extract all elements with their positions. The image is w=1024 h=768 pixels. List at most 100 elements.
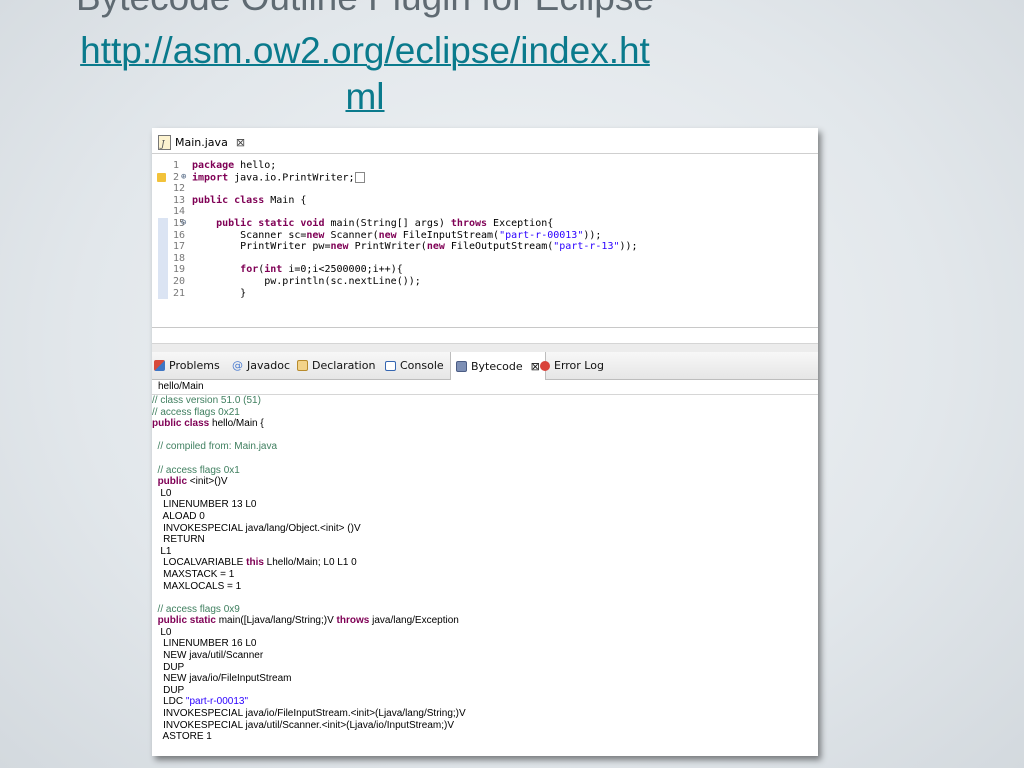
view-tab-javadoc[interactable]: @ Javadoc <box>232 352 290 379</box>
bytecode-token: INVOKESPECIAL java/lang/Object.<init> ()… <box>152 522 361 534</box>
plugin-link-line-2[interactable]: ml <box>0 74 730 120</box>
bytecode-token: Lhello/Main; L0 L1 0 <box>263 557 357 569</box>
current-scope-bar <box>158 252 168 265</box>
bytecode-line: NEW java/io/FileInputStream <box>152 673 818 685</box>
keyword-token: import <box>192 172 229 184</box>
bytecode-token: LINENUMBER 13 L0 <box>152 499 257 511</box>
bytecode-line: LOCALVARIABLE this Lhello/Main; L0 L1 0 <box>152 557 818 569</box>
editor-tab-main-java[interactable]: Main.java ⊠ <box>154 132 253 155</box>
bytecode-token: LOCALVARIABLE <box>152 557 247 569</box>
code-line[interactable]: 15 ⊖ public static void main(String[] arg… <box>152 217 818 230</box>
bytecode-line: LINENUMBER 13 L0 <box>152 499 818 511</box>
view-tab-console[interactable]: Console <box>385 352 444 379</box>
bytecode-token: L0 <box>152 487 172 499</box>
keyword-token: public <box>157 476 188 488</box>
bytecode-token: ASTORE 1 <box>152 731 212 743</box>
bytecode-listing[interactable]: // class version 51.0 (51)// access flag… <box>152 395 818 743</box>
comment-token: // access flags 0x1 <box>152 464 240 476</box>
bytecode-line: MAXSTACK = 1 <box>152 569 818 581</box>
view-tab-label: Declaration <box>312 359 376 372</box>
keyword-token: package <box>192 160 235 171</box>
view-tab-bytecode[interactable]: Bytecode ⊠ <box>450 352 546 380</box>
view-tab-declaration[interactable]: Declaration <box>297 352 375 379</box>
line-gutter: 21 <box>152 287 190 300</box>
code-token: PrintWriter pw= <box>192 241 331 253</box>
warning-icon[interactable] <box>157 172 166 182</box>
line-number: 19 <box>173 264 186 276</box>
bytecode-line: // compiled from: Main.java <box>152 441 818 453</box>
code-line[interactable]: 14 <box>152 206 818 218</box>
bytecode-line: L1 <box>152 546 818 558</box>
current-scope-bar <box>158 217 168 230</box>
comment-token: // compiled from: Main.java <box>152 441 278 453</box>
bytecode-line: INVOKESPECIAL java/util/Scanner.<init>(L… <box>152 720 818 732</box>
string-token: "part-r-00013" <box>185 696 249 708</box>
current-scope-bar <box>158 287 168 300</box>
code-line[interactable]: 16 Scanner sc=new Scanner(new FileInputS… <box>152 229 818 242</box>
code-token: )); <box>583 229 602 241</box>
line-gutter: 14 <box>152 206 190 218</box>
bytecode-token: java/lang/Exception <box>369 615 459 627</box>
java-editor[interactable]: Main.java ⊠ 1package hello;2⊕import java… <box>152 128 818 343</box>
line-number: 2 <box>173 171 180 183</box>
declaration-icon <box>297 360 308 371</box>
line-gutter: 1 <box>152 160 190 172</box>
code-token: PrintWriter( <box>348 241 427 253</box>
bytecode-line: ALOAD 0 <box>152 511 818 523</box>
close-tab-icon[interactable]: ⊠ <box>236 133 245 153</box>
folded-block-icon[interactable] <box>354 171 365 183</box>
code-line[interactable]: 18 <box>152 252 818 265</box>
editor-tab-label: Main.java <box>175 135 228 149</box>
view-tab-label: Javadoc <box>247 359 290 372</box>
view-tab-problems[interactable]: Problems <box>154 352 220 379</box>
line-gutter: 2 ⊕ <box>152 172 190 184</box>
keyword-token: public class <box>152 418 210 430</box>
bytecode-line: L0 <box>152 488 818 500</box>
line-gutter: 19 <box>152 264 190 276</box>
slide-title: Bytecode Outline Plugin for Eclipse <box>0 0 730 20</box>
at-icon: @ <box>232 359 243 372</box>
view-tab-errorlog[interactable]: Error Log <box>540 352 604 379</box>
plugin-link[interactable]: http://asm.ow2.org/eclipse/index.ht ml <box>0 28 730 120</box>
view-tab-label: Console <box>400 359 444 372</box>
line-gutter: 18 <box>152 252 190 265</box>
code-text: Scanner sc=new Scanner(new FileInputStre… <box>192 230 601 242</box>
collapse-fold-icon[interactable]: ⊖ <box>181 218 186 230</box>
code-line[interactable]: 13 public class Main { <box>152 195 818 207</box>
bytecode-token: ALOAD 0 <box>152 510 205 522</box>
code-line[interactable]: 2 ⊕ import java.io.PrintWriter; <box>152 171 818 184</box>
bytecode-line: // access flags 0x1 <box>152 465 818 477</box>
code-line[interactable]: 1 package hello; <box>152 160 818 172</box>
eclipse-screenshot: Main.java ⊠ 1package hello;2⊕import java… <box>152 128 818 756</box>
current-scope-bar <box>158 264 168 276</box>
code-token: java.io.PrintWriter; <box>228 172 355 184</box>
code-line[interactable]: 17 PrintWriter pw=new PrintWriter(new Fi… <box>152 241 818 253</box>
bytecode-line: // access flags 0x21 <box>152 407 818 419</box>
bytecode-line: // class version 51.0 (51) <box>152 395 818 407</box>
close-view-icon[interactable]: ⊠ <box>531 353 540 380</box>
code-line[interactable]: 20 pw.println(sc.nextLine()); <box>152 275 818 288</box>
code-token: main(String[] args) <box>324 217 451 229</box>
keyword-token: throws <box>450 217 488 229</box>
code-line[interactable]: 19 for(int i=0;i<2500000;i++){ <box>152 264 818 276</box>
line-number: 21 <box>173 287 186 299</box>
expand-fold-icon[interactable]: ⊕ <box>181 172 186 184</box>
java-file-icon <box>158 135 171 155</box>
plugin-link-line-1[interactable]: http://asm.ow2.org/eclipse/index.ht <box>0 28 730 74</box>
code-area[interactable]: 1 package hello; 2 ⊕ import java.io.PrintWri… <box>152 160 818 300</box>
bytecode-line: DUP <box>152 662 818 674</box>
bytecode-line: LINENUMBER 16 L0 <box>152 638 818 650</box>
code-text: public static void main(String[] args) t… <box>192 218 553 230</box>
error-log-icon <box>540 360 550 371</box>
view-tab-bar: Problems @ Javadoc Declaration Console Byteco… <box>152 352 818 380</box>
keyword-token: for <box>240 264 259 276</box>
line-gutter: 17 <box>152 241 190 253</box>
code-text: import java.io.PrintWriter; <box>192 171 365 184</box>
editor-divider <box>152 327 818 328</box>
line-gutter: 15 ⊖ <box>152 217 190 230</box>
code-line[interactable]: 21 } <box>152 287 818 300</box>
bytecode-class-path: hello/Main <box>152 380 818 395</box>
keyword-token: int <box>264 264 283 276</box>
code-line[interactable]: 12 <box>152 183 818 195</box>
code-token: i=0;i<2500000;i++){ <box>282 264 403 276</box>
